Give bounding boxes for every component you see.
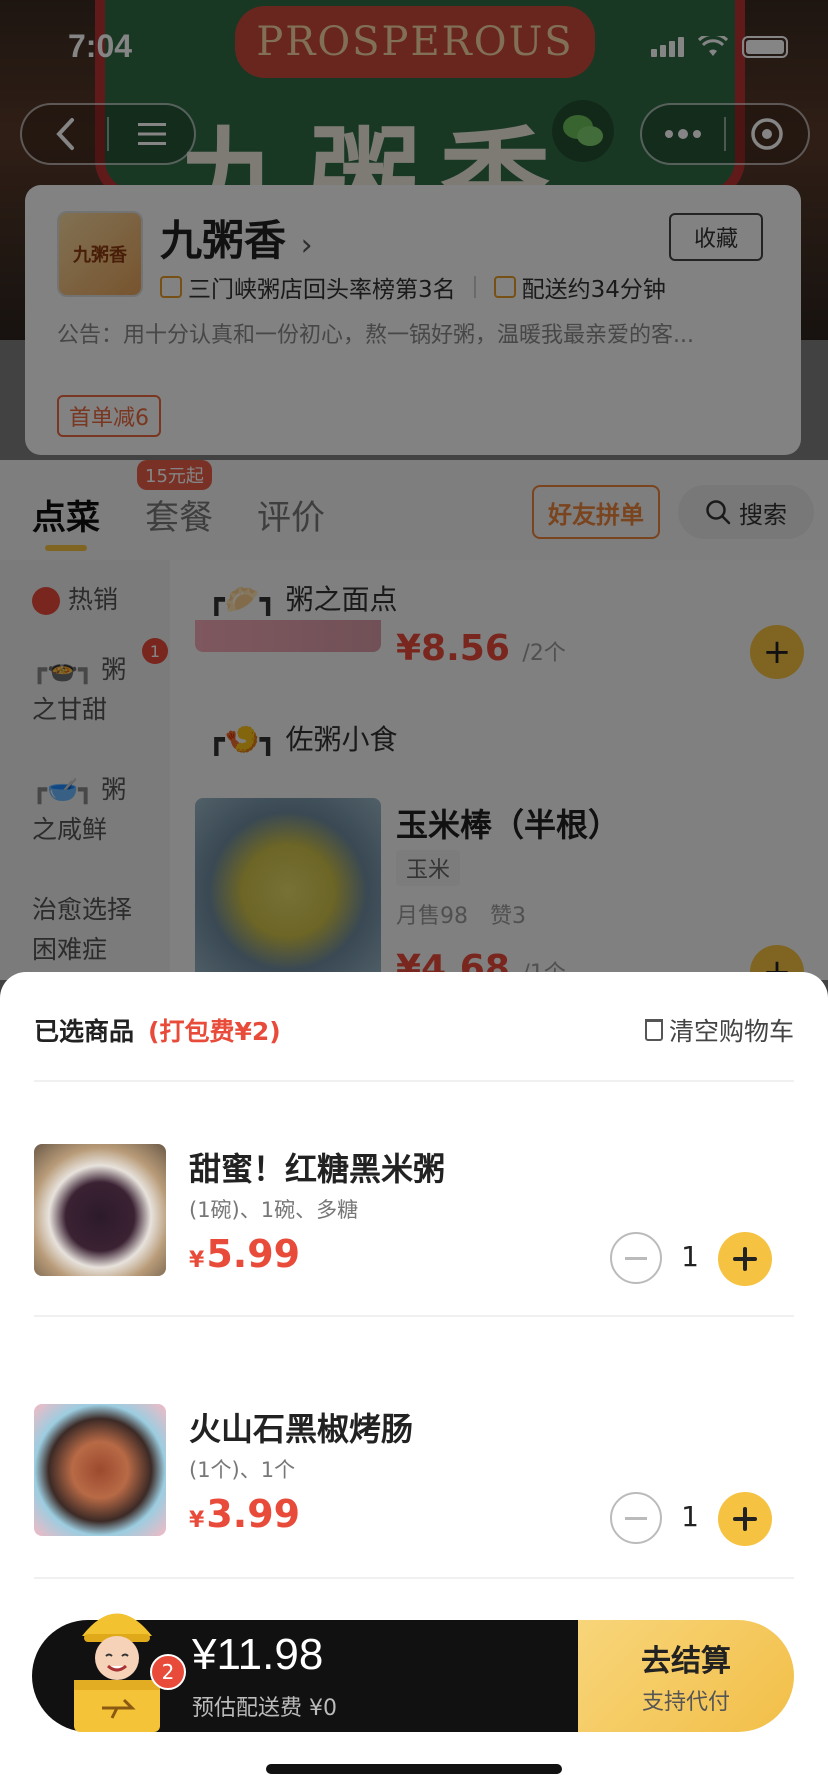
divider	[34, 1577, 794, 1579]
divider	[34, 1315, 794, 1317]
cart-item-price: ¥5.99	[189, 1232, 301, 1276]
divider	[34, 1080, 794, 1082]
trash-icon	[644, 1019, 663, 1041]
cart-item: 火山石黑椒烤肠 (1个)、1个 ¥3.99 1	[0, 1404, 828, 1546]
cart-item-image	[34, 1144, 166, 1276]
increase-quantity-button[interactable]	[718, 1492, 772, 1546]
cart-item: 甜蜜！红糖黑米粥 (1碗)、1碗、多糖 ¥5.99 1	[0, 1144, 828, 1286]
checkout-sublabel: 支持代付	[641, 1690, 730, 1715]
cart-item-price: ¥3.99	[189, 1492, 301, 1536]
cart-header: 已选商品 (打包费¥2)	[34, 1012, 281, 1048]
clear-cart-button[interactable]: 清空购物车	[644, 1012, 794, 1048]
checkout-button[interactable]: 去结算 支持代付	[578, 1620, 794, 1732]
cart-item-image	[34, 1404, 166, 1536]
quantity-value: 1	[681, 1240, 699, 1273]
decrease-quantity-button[interactable]	[610, 1492, 662, 1544]
minus-icon	[625, 1516, 647, 1520]
delivery-fee-estimate: 预估配送费 ¥0	[192, 1696, 337, 1721]
increase-quantity-button[interactable]	[718, 1232, 772, 1286]
minus-icon	[625, 1256, 647, 1260]
decrease-quantity-button[interactable]	[610, 1232, 662, 1284]
cart-item-name: 甜蜜！红糖黑米粥	[189, 1150, 446, 1188]
cart-item-name: 火山石黑椒烤肠	[189, 1410, 414, 1448]
cart-item-spec: (1碗)、1碗、多糖	[189, 1198, 359, 1222]
cart-total: ¥11.98	[192, 1630, 324, 1679]
quantity-value: 1	[681, 1500, 699, 1533]
packing-fee: (打包费¥2)	[148, 1017, 281, 1046]
home-indicator	[266, 1764, 562, 1774]
clear-cart-label: 清空购物车	[668, 1017, 794, 1046]
cart-item-spec: (1个)、1个	[189, 1458, 296, 1482]
checkout-label: 去结算	[641, 1644, 731, 1679]
cart-count-badge: 2	[150, 1654, 186, 1690]
cart-title: 已选商品	[34, 1017, 135, 1046]
